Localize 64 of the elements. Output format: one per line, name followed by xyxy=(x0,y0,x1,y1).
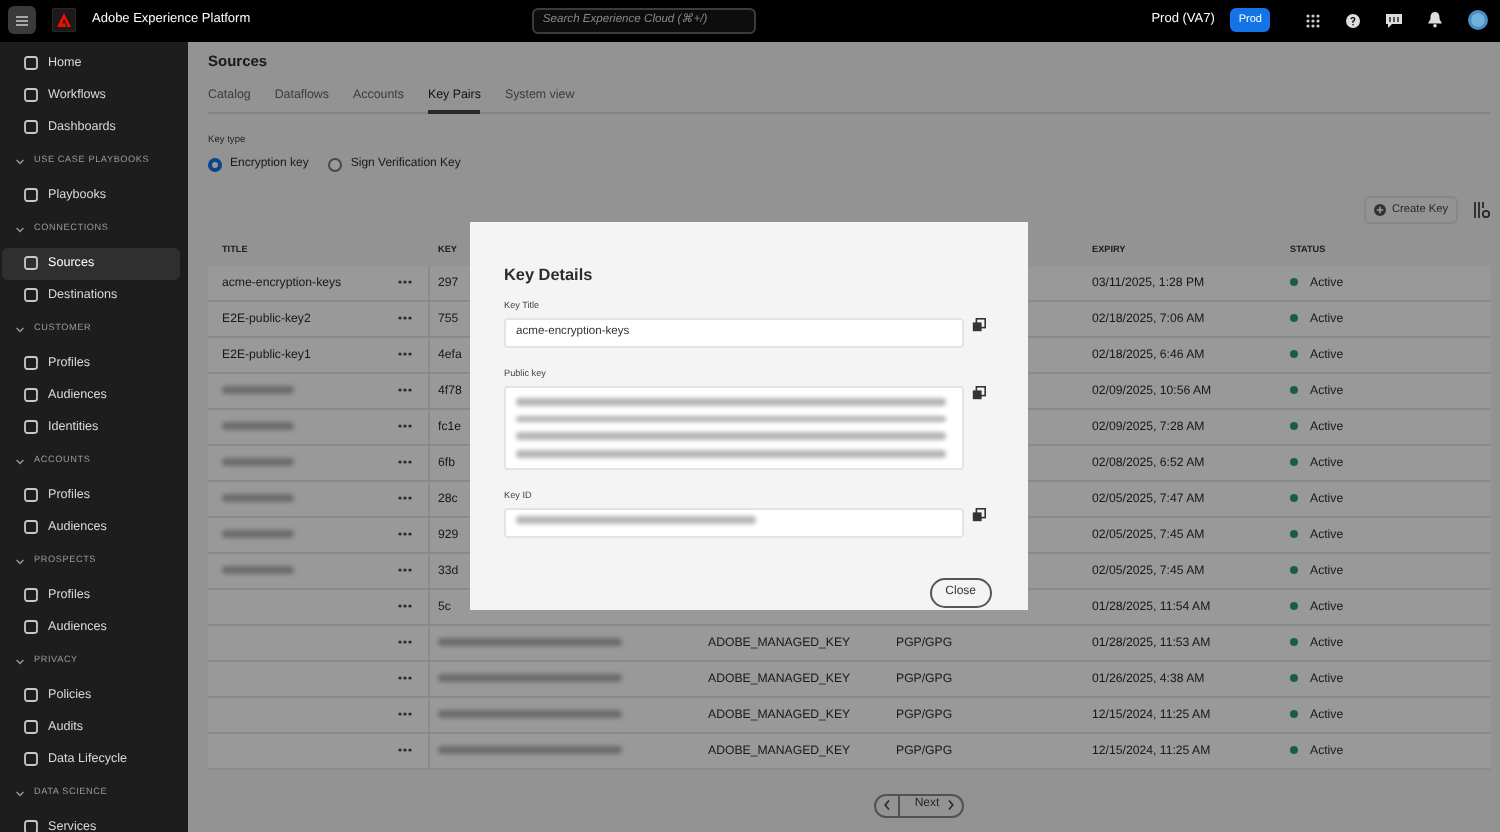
chevron-left-icon xyxy=(884,800,891,811)
more-icon[interactable] xyxy=(398,316,412,321)
status-dot xyxy=(1290,638,1298,647)
page-icon xyxy=(24,820,38,832)
page-icon xyxy=(24,288,38,303)
more-icon[interactable] xyxy=(398,532,412,537)
page-icon xyxy=(24,188,38,203)
columns-settings-icon[interactable] xyxy=(1474,201,1490,218)
page-icon xyxy=(24,620,38,635)
page-icon xyxy=(24,356,38,371)
more-icon[interactable] xyxy=(398,640,412,645)
status-dot xyxy=(1290,314,1298,323)
more-icon[interactable] xyxy=(398,388,412,393)
page-icon xyxy=(24,720,38,735)
more-icon[interactable] xyxy=(398,676,412,681)
more-icon[interactable] xyxy=(398,424,412,429)
menu-icon xyxy=(16,15,28,26)
status-dot xyxy=(1290,278,1298,287)
status-dot xyxy=(1290,566,1298,575)
more-icon[interactable] xyxy=(398,604,412,609)
status-dot xyxy=(1290,458,1298,467)
status-dot xyxy=(1290,710,1298,719)
page-icon xyxy=(24,752,38,767)
menu-button[interactable] xyxy=(8,6,36,35)
previous-page-button[interactable] xyxy=(874,793,901,818)
page-icon xyxy=(24,420,38,435)
status-dot xyxy=(1290,530,1298,539)
apps-grid-icon[interactable] xyxy=(1306,13,1320,28)
more-icon[interactable] xyxy=(398,460,412,465)
page-icon xyxy=(24,588,38,603)
textarea-field[interactable] xyxy=(504,385,964,470)
page-icon xyxy=(24,120,38,135)
copy-icon[interactable] xyxy=(972,385,986,400)
page-icon xyxy=(24,256,38,271)
status-dot xyxy=(1290,674,1298,683)
dialog-title: Key Details xyxy=(504,263,595,288)
more-icon[interactable] xyxy=(398,748,412,753)
bell-icon[interactable] xyxy=(1428,12,1442,29)
more-icon[interactable] xyxy=(398,352,412,357)
avatar-icon[interactable] xyxy=(1468,10,1488,31)
status-dot xyxy=(1290,746,1298,755)
page-icon xyxy=(24,520,38,535)
status-dot xyxy=(1290,386,1298,395)
page-icon xyxy=(24,88,38,103)
more-icon[interactable] xyxy=(398,280,412,285)
page-icon xyxy=(24,388,38,403)
feedback-icon[interactable] xyxy=(1386,13,1402,28)
more-icon[interactable] xyxy=(398,496,412,501)
page-icon xyxy=(24,56,38,71)
help-icon[interactable] xyxy=(1346,13,1360,28)
status-dot xyxy=(1290,350,1298,359)
page-icon xyxy=(24,688,38,703)
status-dot xyxy=(1290,602,1298,611)
logo-icon xyxy=(52,8,76,33)
more-icon[interactable] xyxy=(398,568,412,573)
more-icon[interactable] xyxy=(398,712,412,717)
chevron-right-icon xyxy=(947,800,954,811)
copy-icon[interactable] xyxy=(972,317,986,332)
status-dot xyxy=(1290,494,1298,503)
copy-icon[interactable] xyxy=(972,507,986,522)
page-icon xyxy=(24,488,38,503)
input-field[interactable] xyxy=(504,507,964,538)
status-dot xyxy=(1290,422,1298,431)
add-circle-icon xyxy=(1374,203,1387,216)
